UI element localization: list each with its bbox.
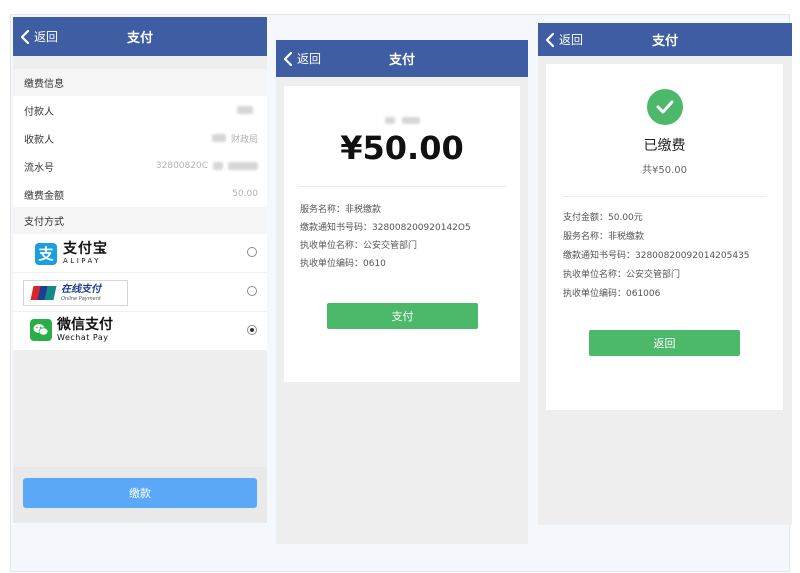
alipay-name: 支付宝 [63,241,108,257]
field-payer: 付款人 [13,96,267,125]
field-label: 收款人 [24,134,54,146]
unit-code: 执收单位编码：0610 [300,259,386,269]
status-title: 已缴费 [643,138,686,154]
pay-option-alipay[interactable]: 支 支付宝 ALIPAY [13,234,267,273]
page-title: 支付 [651,34,678,49]
section-title: 缴费信息 [24,79,64,90]
divider [298,186,506,187]
alipay-sub: ALIPAY [63,257,102,265]
navbar: 返回 支付 [276,40,528,77]
notice-number: 缴款通知书号码：328008200920142O5 [300,223,471,233]
unionpay-sub: Online Payment [61,295,101,302]
field-value: 32800820C [156,161,258,171]
payment-success-screen: 返回 支付 已缴费 共¥50.00 支付金额：50.00元 服务名称：非税缴款 … [538,23,792,525]
field-label: 付款人 [24,106,54,118]
redacted-label [284,117,520,124]
detail-line: 缴款通知书号码：32800820092014205435 [563,251,750,261]
wechat-name: 微信支付 [57,317,113,333]
success-card: 已缴费 共¥50.00 支付金额：50.00元 服务名称：非税缴款 缴款通知书号… [546,64,783,410]
check-icon [647,89,683,125]
field-amount: 缴费金额 50.00 [13,180,267,209]
field-value: 50.00 [232,189,258,199]
field-value: 财政局 [211,132,258,145]
detail-line: 执收单位编码：061006 [563,289,661,299]
pay-button[interactable]: 支付 [327,303,478,329]
bottom-bar: 缴款 [13,467,267,523]
pay-option-wechat[interactable]: 微信支付 Wechat Pay [13,312,267,351]
field-label: 流水号 [24,162,54,174]
wechat-sub: Wechat Pay [57,333,109,342]
service-name: 服务名称：非税缴款 [300,205,382,215]
total-amount: 共¥50.00 [642,165,687,176]
detail-line: 服务名称：非税缴款 [563,232,645,242]
unionpay-name: 在线支付 [61,283,101,295]
detail-line: 支付金额：50.00元 [563,213,643,223]
page-title: 支付 [126,31,153,46]
payment-form-screen: 返回 支付 缴费信息 付款人 收款人 财政局 流水号 32800820C 缴费金… [13,17,267,523]
field-label: 缴费金额 [24,190,64,202]
return-button[interactable]: 返回 [589,330,740,356]
unionpay-icon [30,286,57,300]
navbar: 返回 支付 [13,17,267,56]
section-title: 支付方式 [24,217,64,228]
divider [563,196,766,197]
unit-name: 执收单位名称：公安交管部门 [300,241,418,251]
alipay-radio[interactable] [247,247,257,257]
section-pay-method: 支付方式 [13,207,267,234]
pay-option-unionpay[interactable]: 在线支付 Online Payment [13,273,267,312]
unionpay-logo: 在线支付 Online Payment [23,280,128,306]
submit-payment-button[interactable]: 缴款 [23,478,257,508]
section-fee-info: 缴费信息 [13,69,267,96]
unionpay-radio[interactable] [247,286,257,296]
payment-card: ¥50.00 服务名称：非税缴款 缴款通知书号码：328008200920142… [284,86,520,382]
wechat-logo: 微信支付 Wechat Pay [30,318,113,342]
field-serial-number: 流水号 32800820C [13,152,267,181]
alipay-icon: 支 [35,242,57,265]
field-value [237,106,258,114]
navbar: 返回 支付 [538,23,792,56]
page-title: 支付 [388,53,415,68]
payment-confirm-screen: 返回 支付 ¥50.00 服务名称：非税缴款 缴款通知书号码：328008200… [276,40,528,544]
amount-display: ¥50.00 [340,129,464,167]
wechat-radio[interactable] [247,325,257,335]
wechat-icon [30,319,52,341]
field-payee: 收款人 财政局 [13,124,267,153]
detail-line: 执收单位名称：公安交管部门 [563,270,681,280]
alipay-logo: 支 支付宝 ALIPAY [35,242,108,265]
